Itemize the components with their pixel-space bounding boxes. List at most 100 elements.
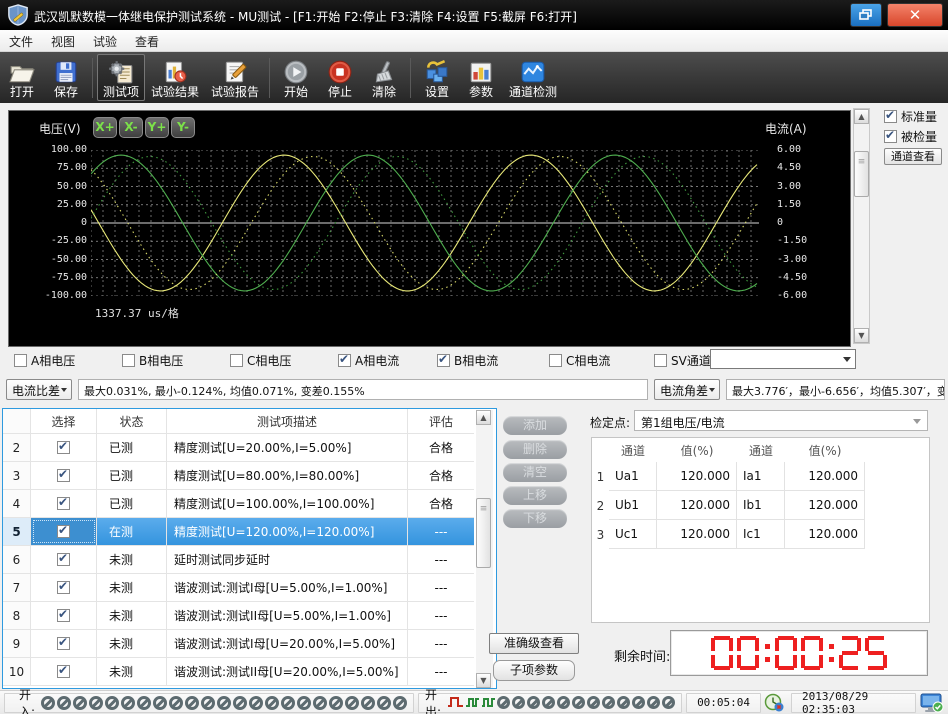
scroll-up-icon[interactable]: ▲ [476,410,491,425]
test-item-row-7[interactable]: 7 未测谐波测试:测试I母[U=5.00%,I=1.00%] --- [3,574,474,602]
toolbar-button-1[interactable]: 保存 [44,54,88,101]
row-checkbox-icon[interactable] [57,579,70,594]
current-tick: 3.00 [777,180,802,192]
test-item-row-10[interactable]: 10 未测谐波测试:测试II母[U=20.00%,I=5.00%] --- [3,658,474,686]
timer-digit [711,636,733,670]
channel-value[interactable]: 120.000 [785,520,865,549]
scrollbar-thumb[interactable] [854,151,869,197]
toolbar-button-label: 测试项 [103,84,140,99]
row-checkbox-icon[interactable] [57,439,70,454]
toolbar-button-7[interactable]: 清除 [362,54,406,101]
checkbox-icon[interactable] [14,354,27,367]
test-item-row-3[interactable]: 3 已测精度测试[U=80.00%,I=80.00%] 合格 [3,462,474,490]
test-item-row-8[interactable]: 8 未测谐波测试:测试II母[U=5.00%,I=1.00%] --- [3,602,474,630]
chart-zoom-xminus[interactable]: X- [119,117,143,138]
chart-zoom-buttons: X+ X- Y+ Y- [93,117,195,138]
test-item-row-6[interactable]: 6 未测延时测试同步延时 --- [3,546,474,574]
test-item-row-5[interactable]: 5 在测精度测试[U=120.00%,I=120.00%] --- [3,518,474,546]
list-action-1[interactable]: 删除 [503,440,567,459]
checkbox-icon[interactable] [884,128,897,143]
checkbox-icon[interactable] [122,354,135,367]
list-action-3[interactable]: 上移 [503,486,567,505]
menu-item-0[interactable]: 文件 [0,30,42,51]
list-action-0[interactable]: 添加 [503,416,567,435]
side-check-0[interactable]: 标准量 [884,108,946,125]
close-window-button[interactable]: ✕ [887,3,943,27]
params-icon [470,62,492,82]
toolbar-button-label: 通道检测 [509,84,558,99]
toolbar-button-2[interactable]: 测试项 [97,54,146,101]
row-checkbox-icon[interactable] [57,523,70,538]
checkbox-icon[interactable] [230,354,243,367]
toolbar-button-6[interactable]: 停止 [318,54,362,101]
current-ratio-dropdown[interactable]: 电流比差 [6,379,72,400]
checkbox-icon[interactable] [884,108,897,123]
list-action-2[interactable]: 清空 [503,463,567,482]
toolbar: 打开 保存 测试项 试验结果 试验报告 开始 停止 清除 设置 参数 通道检测 [0,52,948,103]
row-checkbox-icon[interactable] [57,663,70,678]
toolbar-button-5[interactable]: 开始 [274,54,318,101]
channel-value[interactable]: 120.000 [657,491,737,520]
accuracy-view-button[interactable]: 准确级查看 [489,633,579,654]
remaining-time-label: 剩余时间: [614,650,671,665]
toolbar-button-0[interactable]: 打开 [0,54,44,101]
scroll-down-icon[interactable]: ▼ [854,328,869,343]
sv-channel-select[interactable] [710,349,856,369]
toolbar-button-8[interactable]: 设置 [415,54,459,101]
restore-window-button[interactable] [850,3,882,27]
channel-value[interactable]: 120.000 [785,491,865,520]
row-checkbox-icon[interactable] [57,495,70,510]
do-off-icon [527,696,541,709]
toolbar-button-label: 保存 [53,84,78,99]
toolbar-button-4[interactable]: 试验报告 [205,54,265,101]
checkpoint-row-1: 1 Ua1 120.000 Ia1 120.000 [592,462,929,491]
chart-scrollbar[interactable]: ▲ ▼ [853,108,870,344]
subparam-button[interactable]: 子项参数 [493,660,575,681]
chart-zoom-xplus[interactable]: X+ [93,117,117,138]
channel-value[interactable]: 120.000 [657,462,737,491]
checkpoint-select[interactable]: 第1组电压/电流 [634,410,928,431]
toolbar-button-9[interactable]: 参数 [459,54,503,101]
row-result: --- [434,580,448,595]
phase-check-3[interactable]: A相电流 [338,352,399,369]
test-item-row-9[interactable]: 9 未测谐波测试:测试I母[U=20.00%,I=5.00%] --- [3,630,474,658]
checkbox-icon[interactable] [338,352,351,367]
side-check-1[interactable]: 被检量 [884,128,946,145]
phase-check-2[interactable]: C相电压 [230,352,291,369]
phase-check-5[interactable]: C相电流 [549,352,610,369]
di-off-icon [73,695,88,710]
scrollbar-thumb[interactable] [476,498,491,568]
chart-zoom-yminus[interactable]: Y- [171,117,195,138]
voltage-tick: 25.00 [56,198,87,210]
channel-view-button[interactable]: 通道查看 [884,148,942,165]
row-number: 7 [3,574,31,601]
checkbox-icon[interactable] [437,352,450,367]
test-item-row-4[interactable]: 4 已测精度测试[U=100.00%,I=100.00%] 合格 [3,490,474,518]
test-item-row-2[interactable]: 2 已测精度测试[U=20.00%,I=5.00%] 合格 [3,434,474,462]
list-action-4[interactable]: 下移 [503,509,567,528]
chart-zoom-yplus[interactable]: Y+ [145,117,169,138]
do-off-icon [512,696,526,709]
channel-value[interactable]: 120.000 [657,520,737,549]
row-checkbox-icon[interactable] [57,635,70,650]
scroll-down-icon[interactable]: ▼ [476,673,491,688]
row-checkbox-icon[interactable] [57,551,70,566]
menu-item-1[interactable]: 视图 [42,30,84,51]
current-angle-dropdown[interactable]: 电流角差 [654,379,720,400]
phase-check-6[interactable]: SV通道 [654,352,711,369]
checkbox-label: B相电压 [139,354,184,368]
row-checkbox-icon[interactable] [57,467,70,482]
scroll-up-icon[interactable]: ▲ [854,109,869,124]
phase-check-1[interactable]: B相电压 [122,352,183,369]
phase-check-0[interactable]: A相电压 [14,352,75,369]
checkbox-icon[interactable] [654,354,667,367]
menu-item-3[interactable]: 查看 [126,30,168,51]
channel-value[interactable]: 120.000 [785,462,865,491]
menu-item-2[interactable]: 试验 [84,30,126,51]
toolbar-button-3[interactable]: 试验结果 [145,54,205,101]
channel-name: Ub1 [609,491,657,520]
toolbar-button-10[interactable]: 通道检测 [503,54,563,101]
checkbox-icon[interactable] [549,354,562,367]
row-checkbox-icon[interactable] [57,607,70,622]
phase-check-4[interactable]: B相电流 [437,352,498,369]
